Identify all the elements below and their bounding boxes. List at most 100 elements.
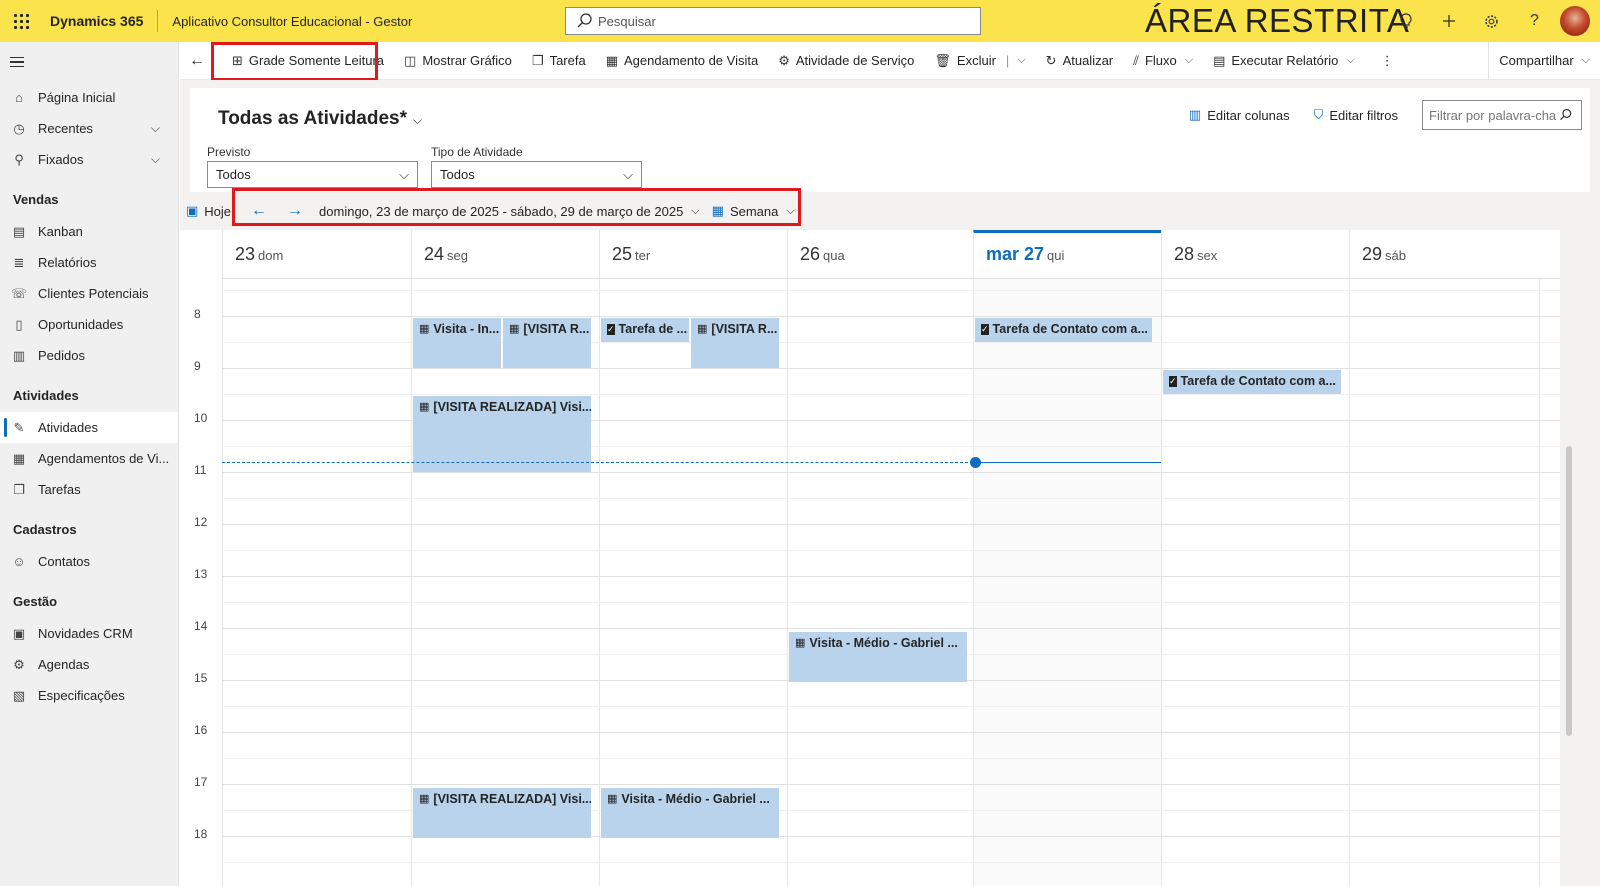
avatar[interactable] (1560, 6, 1590, 36)
calendar-icon: ▦ (12, 450, 26, 466)
sidebar-item-visit-schedules[interactable]: ▦ Agendamentos de Vi... (0, 443, 178, 474)
sidebar-item-tasks[interactable]: ❐ Tarefas (0, 474, 178, 505)
filter-select-previsto[interactable]: Todos ⌵ (207, 161, 418, 188)
calendar-event[interactable]: ▦ [VISITA REALIZADA] Visi... (413, 396, 591, 472)
brand-name[interactable]: Dynamics 365 (42, 10, 159, 32)
calendar-event[interactable]: ▦ [VISITA R... (691, 318, 779, 368)
sidebar-item-label: Especificações (38, 688, 125, 703)
day-header[interactable]: 24 seg (411, 230, 599, 278)
calendar-icon: ▦ (419, 323, 430, 335)
sidebar-item-leads[interactable]: ☏ Clientes Potenciais (0, 278, 178, 309)
flow-button[interactable]: ⫽ Fluxo ⌵ (1123, 42, 1203, 80)
gear-icon[interactable] (1470, 0, 1513, 42)
visit-schedule-button[interactable]: ▦ Agendamento de Visita (596, 42, 769, 80)
sidebar-item-kanban[interactable]: ▤ Kanban (0, 216, 178, 247)
event-title: Visita - In... (433, 322, 500, 336)
filter-icon: ⛉ (1313, 107, 1324, 122)
day-header[interactable]: 26 qua (787, 230, 973, 278)
highlight-box-date-nav (232, 188, 801, 226)
edit-columns-button[interactable]: ▥ Editar colunas (1189, 107, 1290, 123)
sidebar-item-label: Recentes (38, 121, 93, 136)
leads-icon: ☏ (10, 285, 28, 301)
calendar-icon: ▦ (795, 637, 806, 649)
sidebar-item-opportunities[interactable]: ▯ Oportunidades (0, 309, 178, 340)
command-label: Excluir (956, 53, 996, 68)
chevron-down-icon[interactable]: ⌵ (1017, 54, 1025, 67)
chart-icon: ◫ (404, 52, 417, 68)
view-selector[interactable]: Todas as Atividades* ⌵ (218, 108, 422, 130)
filter-select-activity-type[interactable]: Todos ⌵ (431, 161, 642, 188)
top-bar: Dynamics 365 Aplicativo Consultor Educac… (0, 0, 1600, 42)
day-divider (1349, 278, 1350, 886)
hamburger-menu[interactable] (0, 42, 178, 82)
day-name: sex (1197, 248, 1218, 263)
sidebar-item-label: Tarefas (38, 482, 81, 497)
current-time-line-past (222, 462, 973, 463)
more-commands-button[interactable]: ⋮ (1371, 42, 1404, 80)
calendar-week-grid[interactable]: 23 dom 24 seg 25 ter 26 qua mar 27 qui 28 sex … (180, 230, 1580, 886)
calendar-event[interactable]: ▦ [VISITA R... (503, 318, 591, 368)
sidebar-item-recent[interactable]: ◷ Recentes ⌵ (0, 113, 178, 144)
calendar-icon: ▦ (605, 52, 619, 68)
sidebar-item-news[interactable]: ▣ Novidades CRM (0, 618, 178, 649)
keyword-filter-input[interactable]: Filtrar por palavra-cha (1422, 100, 1582, 130)
day-header[interactable]: 25 ter (599, 230, 787, 278)
day-header-today[interactable]: mar 27 qui (973, 230, 1161, 278)
sidebar-item-activities[interactable]: ✎ Atividades (0, 412, 178, 443)
calendar-event[interactable]: ▦ Visita - Médio - Gabriel ... (789, 632, 967, 682)
help-icon[interactable]: ? (1513, 0, 1556, 42)
day-name: qua (823, 248, 845, 263)
chevron-down-icon[interactable]: ⌵ (151, 121, 160, 136)
calendar-event[interactable]: ▦ Visita - In... (413, 318, 501, 368)
calendar-event[interactable]: ✓ Tarefa de Contato com a... (1163, 370, 1341, 394)
refresh-button[interactable]: ↻ Atualizar (1036, 42, 1123, 80)
back-button[interactable]: ← (180, 42, 214, 80)
today-button[interactable]: ▣ Hoje (186, 203, 231, 219)
day-header[interactable]: 28 sex (1161, 230, 1349, 278)
delete-button[interactable]: 🗑 Excluir | ⌵ (924, 42, 1035, 80)
sidebar-item-label: Contatos (38, 554, 91, 569)
calendar-icon: ▦ (607, 793, 618, 805)
app-launcher-icon[interactable] (0, 0, 42, 42)
checkbox-icon: ✓ (981, 324, 989, 335)
share-button[interactable]: Compartilhar ⌵ (1488, 41, 1600, 80)
sidebar-item-specifications[interactable]: ▧ Especificações (0, 680, 178, 711)
app-name[interactable]: Aplicativo Consultor Educacional - Gesto… (158, 14, 412, 29)
calendar-event[interactable]: ▦ Visita - Médio - Gabriel ... (601, 788, 779, 838)
sidebar-item-contacts[interactable]: ☺ Contatos (0, 546, 178, 577)
hour-label: 17 (194, 775, 208, 789)
refresh-icon: ↻ (1045, 52, 1057, 68)
day-number: 26 (800, 244, 821, 264)
run-report-button[interactable]: ▤ Executar Relatório ⌵ (1203, 42, 1365, 80)
plus-icon[interactable] (1427, 0, 1470, 42)
hour-line (222, 732, 1580, 733)
lightbulb-icon[interactable] (1384, 0, 1427, 42)
day-number: 29 (1362, 244, 1383, 264)
sidebar-item-orders[interactable]: ▥ Pedidos (0, 340, 178, 371)
sidebar-item-agendas[interactable]: ⚙ Agendas (0, 649, 178, 680)
calendar-event[interactable]: ✓ Tarefa de Contato com a... (975, 318, 1152, 342)
day-name: seg (447, 248, 468, 263)
half-hour-line (222, 498, 1580, 499)
edit-filters-button[interactable]: ⛉ Editar filtros (1314, 107, 1398, 123)
sidebar-item-pinned[interactable]: ⚲ Fixados ⌵ (0, 144, 178, 175)
service-activity-button[interactable]: ⚙ Atividade de Serviço (768, 42, 924, 80)
calendar-event[interactable]: ▦ [VISITA REALIZADA] Visi... (413, 788, 591, 838)
scrollbar-thumb[interactable] (1566, 446, 1572, 736)
pin-icon: ⚲ (14, 151, 24, 167)
sidebar-item-reports[interactable]: ≣ Relatórios (0, 247, 178, 278)
day-header[interactable]: 29 sáb (1349, 230, 1560, 278)
task-button[interactable]: ❐ Tarefa (522, 42, 596, 80)
sidebar-item-label: Página Inicial (38, 90, 116, 105)
calendar-event[interactable]: ✓ Tarefa de ... (601, 318, 689, 342)
day-header[interactable]: 23 dom (222, 230, 411, 278)
event-title: [VISITA R... (523, 322, 590, 336)
vertical-scrollbar[interactable] (1560, 230, 1580, 886)
search-input[interactable]: Pesquisar (565, 7, 981, 35)
hour-label: 11 (194, 463, 207, 477)
show-chart-button[interactable]: ◫ Mostrar Gráfico (394, 42, 522, 80)
sidebar-item-label: Agendas (38, 657, 90, 672)
command-label: Tarefa (549, 53, 586, 68)
chevron-down-icon[interactable]: ⌵ (151, 152, 160, 167)
sidebar-item-home[interactable]: ⌂ Página Inicial (0, 82, 178, 113)
